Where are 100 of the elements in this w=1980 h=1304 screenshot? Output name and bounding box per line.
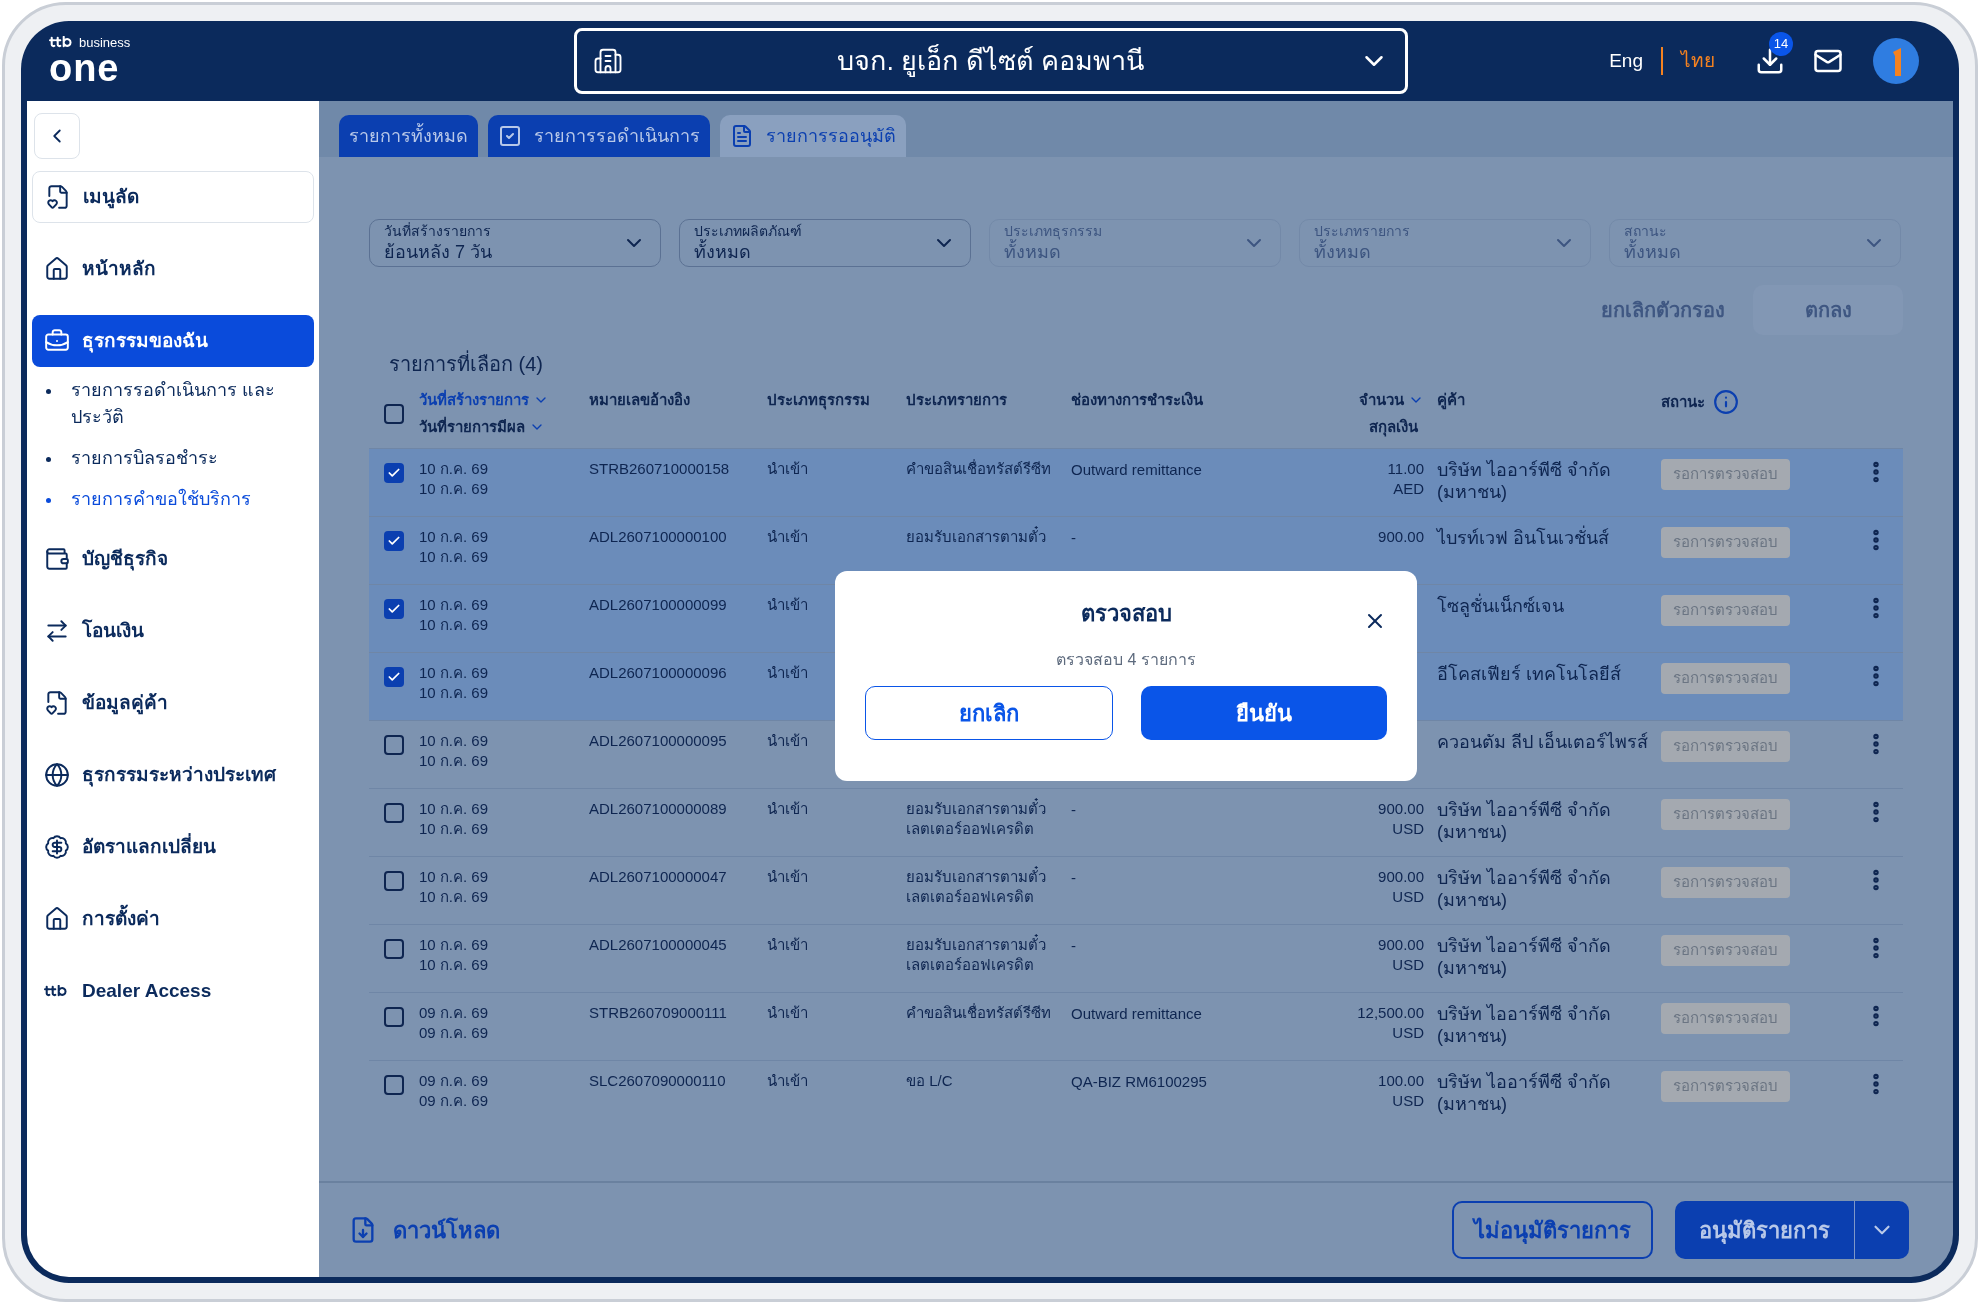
table-cell-text: 10 ก.ค. 69 [419, 615, 490, 635]
brand-name: one [49, 48, 120, 87]
table-cell-text: ยอมรับเอกสารตามตั๋ว เลตเตอร์ออฟเครดิต [906, 799, 1047, 839]
table-cell-text: นำเข้า [767, 867, 809, 887]
column-header: คู่ค้า [1436, 390, 1466, 412]
table-cell-text: 10 ก.ค. 69 [419, 683, 490, 703]
table-cell-text: 09 ก.ค. 69 [419, 1003, 490, 1023]
dialog-title: ตรวจสอบ [1080, 600, 1172, 628]
table-cell-text: 10 ก.ค. 69 [419, 751, 490, 771]
table-cell: 12,500.00 [1357, 1003, 1424, 1023]
status-badge: รอการตรวจสอบ [1661, 799, 1790, 830]
table-cell-text: STRB260710000158 [589, 459, 731, 479]
table-cell-text: ADL2607100000095 [589, 731, 728, 751]
table-cell-text: บริษัท ไออาร์พีซี จำกัด (มหาชน) [1436, 1003, 1612, 1047]
table-cell-text: ADL2607100000099 [589, 595, 728, 615]
table-cell-text: อีโคสเฟียร์ เทคโนโลยีส์ [1436, 663, 1622, 685]
status-badge: รอการตรวจสอบ [1661, 459, 1790, 490]
status-badge: รอการตรวจสอบ [1661, 527, 1790, 558]
status-badge: รอการตรวจสอบ [1661, 731, 1790, 762]
table-cell-text: ยอมรับเอกสารตามตั๋ว เลตเตอร์ออฟเครดิต [906, 867, 1047, 907]
table-cell-text: ADL2607100000047 [589, 867, 728, 887]
table-cell: Outward remittance [1071, 461, 1202, 478]
table-cell-text: ยอมรับเอกสารตามตั๋ว [906, 527, 1047, 547]
table-cell: - [1071, 869, 1076, 886]
brand-subtitle: business [79, 35, 131, 49]
dialog-message: ตรวจสอบ 4 รายการ [1056, 650, 1196, 670]
table-cell-text: 10 ก.ค. 69 [419, 935, 490, 955]
table-cell-text: STRB260709000111 [589, 1003, 728, 1023]
table-cell-text: ADL2607100000089 [589, 799, 728, 819]
table-cell-text: 10 ก.ค. 69 [419, 819, 490, 839]
table-cell-text: ADL2607100000096 [589, 663, 728, 683]
table-cell: Outward remittance [1071, 1005, 1202, 1022]
table-cell-text: คำขอสินเชื่อทรัสต์รีซีท [906, 459, 1052, 479]
table-cell-text: ยอมรับเอกสารตามตั๋ว เลตเตอร์ออฟเครดิต [906, 935, 1047, 975]
status-badge: รอการตรวจสอบ [1661, 1071, 1790, 1102]
table-cell-text: 09 ก.ค. 69 [419, 1091, 490, 1111]
table-cell-text: นำเข้า [767, 663, 809, 683]
table-cell: - [1071, 937, 1076, 954]
table-cell-text: 09 ก.ค. 69 [419, 1071, 490, 1091]
table-cell: 900.00 [1378, 935, 1424, 955]
table-cell-text: นำเข้า [767, 527, 809, 547]
table-cell: - [1071, 801, 1076, 818]
table-cell: ไบรท์เวฟ อินโนเวชั่นส์ [1424, 527, 1649, 549]
status-badge: รอการตรวจสอบ [1661, 1003, 1790, 1034]
notification-badge: 14 [1769, 32, 1793, 56]
table-cell: โซลูชั่นเน็กซ์เจน [1424, 595, 1649, 617]
status-badge: รอการตรวจสอบ [1661, 663, 1790, 694]
table-cell: 900.00 [1378, 799, 1424, 819]
table-cell-text: 10 ก.ค. 69 [419, 547, 490, 567]
table-cell-text: บริษัท ไออาร์พีซี จำกัด (มหาชน) [1436, 799, 1612, 843]
table-cell-text: 10 ก.ค. 69 [419, 527, 490, 547]
column-header: สกุลเงิน [1369, 416, 1418, 438]
column-header: หมายเลขอ้างอิง [589, 390, 691, 410]
table-cell-text: นำเข้า [767, 799, 809, 819]
table-cell-text: บริษัท ไออาร์พีซี จำกัด (มหาชน) [1436, 459, 1612, 503]
table-cell-text: นำเข้า [767, 595, 809, 615]
table-cell-text: ขอ L/C [906, 1071, 954, 1091]
table-cell-text: 10 ก.ค. 69 [419, 867, 490, 887]
table-cell: 900.00 [1378, 867, 1424, 887]
column-header: ประเภทรายการ [906, 390, 1008, 410]
table-cell-text: 10 ก.ค. 69 [419, 595, 490, 615]
table-cell-text: 10 ก.ค. 69 [419, 887, 490, 907]
table-cell-text: 10 ก.ค. 69 [419, 663, 490, 683]
table-cell-text: นำเข้า [767, 731, 809, 751]
table-cell: USD [1392, 955, 1424, 975]
selection-title: รายการที่เลือก (4) [389, 349, 1903, 379]
table-cell-text: 09 ก.ค. 69 [419, 1023, 490, 1043]
table-cell-text: 10 ก.ค. 69 [419, 799, 490, 819]
table-cell: AED [1393, 479, 1424, 499]
table-cell: 900.00 [1378, 527, 1424, 547]
column-header: ช่องทางการชำระเงิน [1071, 390, 1204, 410]
column-header: สถานะ [1661, 391, 1705, 412]
table-cell-text: 10 ก.ค. 69 [419, 479, 490, 499]
table-cell-text: 10 ก.ค. 69 [419, 955, 490, 975]
status-badge: รอการตรวจสอบ [1661, 867, 1790, 898]
table-cell-text: นำเข้า [767, 1003, 809, 1023]
table-cell-text: ควอนตัม ลีป เอ็นเตอร์ไพรส์ [1436, 731, 1649, 753]
column-header: ประเภทธุรกรรม [767, 390, 871, 412]
status-badge: รอการตรวจสอบ [1661, 595, 1790, 626]
table-cell: USD [1392, 819, 1424, 839]
table-cell-text: คำขอสินเชื่อทรัสต์รีซีท [906, 1003, 1052, 1023]
table-cell: USD [1392, 887, 1424, 907]
table-cell-text: SLC2607090000110 [589, 1071, 727, 1091]
table-cell-text: นำเข้า [767, 459, 809, 479]
table-cell: 11.00 [1387, 459, 1424, 479]
table-cell: - [1071, 529, 1076, 546]
status-badge: รอการตรวจสอบ [1661, 935, 1790, 966]
table-cell-text: นำเข้า [767, 935, 809, 955]
table-cell-text: ADL2607100000100 [589, 527, 728, 547]
table-cell: USD [1392, 1023, 1424, 1043]
table-cell-text: บริษัท ไออาร์พีซี จำกัด (มหาชน) [1436, 1071, 1612, 1115]
table-cell-text: 10 ก.ค. 69 [419, 731, 490, 751]
table-cell-text: นำเข้า [767, 1071, 809, 1091]
table-cell: 100.00 [1378, 1071, 1424, 1091]
table-cell-text: บริษัท ไออาร์พีซี จำกัด (มหาชน) [1436, 935, 1612, 979]
table-cell: USD [1392, 1091, 1424, 1111]
table-cell-text: ADL2607100000045 [589, 935, 728, 955]
table-cell: QA-BIZ RM6100295 [1071, 1073, 1207, 1090]
table-cell-text: บริษัท ไออาร์พีซี จำกัด (มหาชน) [1436, 867, 1612, 911]
table-cell-text: 10 ก.ค. 69 [419, 459, 490, 479]
